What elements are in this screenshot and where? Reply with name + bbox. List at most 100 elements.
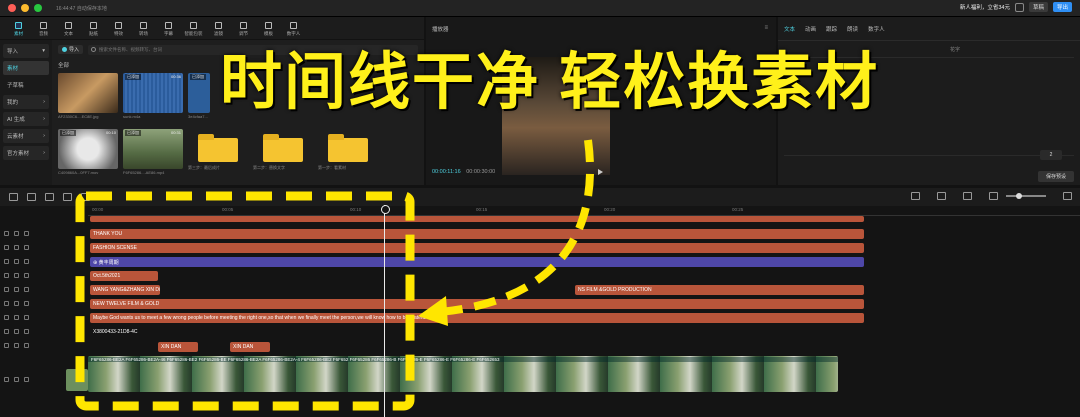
eye-icon[interactable] <box>24 259 29 264</box>
tab-digital-human[interactable]: 数字人 <box>868 25 885 33</box>
folder-item[interactable]: 第三步：最后成片 <box>188 129 248 175</box>
text-track-icon <box>4 287 9 292</box>
tab-read-aloud[interactable]: 朗读 <box>847 25 858 33</box>
lock-icon[interactable] <box>14 245 19 250</box>
lock-icon[interactable] <box>14 329 19 334</box>
text-clip[interactable]: NEW TWELVE FILM & GOLD <box>90 299 864 309</box>
fit-icon[interactable] <box>1063 192 1072 200</box>
text-clip[interactable]: X3800433-21D8-4C <box>90 327 210 337</box>
sidebar-item-import[interactable]: 导入 ▾ <box>3 44 49 58</box>
close-window-button[interactable] <box>8 4 16 12</box>
export-button[interactable]: 导出 <box>1052 2 1072 12</box>
text-clip[interactable]: FASHION SCENSE <box>90 243 864 253</box>
layout-icon[interactable] <box>1014 2 1024 12</box>
lock-icon[interactable] <box>14 273 19 278</box>
delete-icon[interactable] <box>81 193 90 201</box>
timeline-tools-right <box>902 192 1072 200</box>
asset-toolbar: 素材 音频 文本 贴纸 特效 转场 字幕 智能包装 滤镜 调节 模板 数字人 <box>0 17 424 39</box>
import-button[interactable]: 导入 <box>58 45 84 54</box>
sidebar-item-official[interactable]: 官方素材 › <box>3 146 49 160</box>
lock-icon[interactable] <box>14 377 19 382</box>
caption-icon <box>165 22 172 29</box>
media-item[interactable]: 已添加 00:10 C409860A...0FF7.mov <box>58 129 118 175</box>
size-input[interactable]: 2 <box>1040 150 1062 160</box>
folder-item[interactable]: 第一步：看素材 <box>318 129 378 175</box>
draft-button[interactable]: 草稿 <box>1028 2 1048 12</box>
text-clip[interactable]: THANK YOU <box>90 229 864 239</box>
tool-text[interactable]: 文本 <box>56 22 81 39</box>
split-icon[interactable] <box>63 193 72 201</box>
mute-icon[interactable] <box>24 377 29 382</box>
undo-icon[interactable] <box>27 193 36 201</box>
select-tool-icon[interactable] <box>9 193 18 201</box>
tool-caption[interactable]: 字幕 <box>156 22 181 39</box>
slider-track[interactable] <box>784 155 1074 156</box>
zoom-slider[interactable] <box>1006 193 1046 199</box>
tool-sticker[interactable]: 贴纸 <box>81 22 106 39</box>
lock-icon[interactable] <box>14 343 19 348</box>
tool-audio[interactable]: 音频 <box>31 22 56 39</box>
promo-banner[interactable]: 新人福利，立省34元 <box>960 3 1010 11</box>
microphone-icon[interactable] <box>911 192 920 200</box>
play-icon[interactable] <box>598 169 603 175</box>
tool-filter[interactable]: 滤镜 <box>206 22 231 39</box>
video-clip-names: F6F65286-BE2A F6F65286-BE2A-46 F6F65286-… <box>88 357 838 362</box>
text-clip[interactable]: XIN DAN <box>158 342 198 352</box>
eye-icon[interactable] <box>24 329 29 334</box>
tool-template[interactable]: 模板 <box>256 22 281 39</box>
sidebar-item-mine[interactable]: 我的 › <box>3 95 49 109</box>
minimize-window-button[interactable] <box>21 4 29 12</box>
cover-thumbnail[interactable] <box>66 369 88 391</box>
tool-transition[interactable]: 转场 <box>131 22 156 39</box>
eye-icon[interactable] <box>24 273 29 278</box>
text-clip[interactable]: Maybe God wants us to meet a few wrong p… <box>90 313 864 323</box>
media-item[interactable]: 已添加 3e4cfaa7... <box>188 73 210 119</box>
text-clip[interactable]: WANG YANG&ZHANG XIN Di <box>90 285 160 295</box>
lock-icon[interactable] <box>14 301 19 306</box>
eye-icon[interactable] <box>24 343 29 348</box>
tab-tracking[interactable]: 跟踪 <box>826 25 837 33</box>
tool-smart-package[interactable]: 智能包装 <box>181 22 206 39</box>
text-clip[interactable]: NS FILM &GOLD PRODUCTION <box>575 285 864 295</box>
link-icon[interactable] <box>963 192 972 200</box>
lock-icon[interactable] <box>14 259 19 264</box>
video-track-clip[interactable]: F6F65286-BE2A F6F65286-BE2A-46 F6F65286-… <box>88 356 838 392</box>
playhead[interactable] <box>381 205 390 417</box>
sticker-clip[interactable]: ⊕ 黄丰周期 <box>90 257 864 267</box>
tab-animation[interactable]: 动画 <box>805 25 816 33</box>
tool-avatar[interactable]: 数字人 <box>281 22 306 39</box>
menu-icon[interactable]: ≡ <box>764 25 768 31</box>
eye-icon[interactable] <box>24 301 29 306</box>
tab-text[interactable]: 文本 <box>784 25 795 33</box>
save-preset-button[interactable]: 保存预设 <box>1038 171 1074 182</box>
sidebar-item-subdraft[interactable]: 子草稿 <box>3 78 49 92</box>
sidebar-item-ai[interactable]: AI 生成 › <box>3 112 49 126</box>
eye-icon[interactable] <box>24 231 29 236</box>
media-item[interactable]: 已添加 00:31 F6F65286....AE86.mp4 <box>123 129 183 175</box>
lock-icon[interactable] <box>14 287 19 292</box>
text-clip[interactable]: XIN DAN <box>230 342 270 352</box>
tool-media[interactable]: 素材 <box>6 22 31 39</box>
title-bar: 16:44:47 自动保存本地 新人福利，立省34元 草稿 导出 <box>0 0 1080 17</box>
flower-text-label[interactable]: 花字 <box>950 46 960 53</box>
folder-item[interactable]: 第二步：替换文字 <box>253 129 313 175</box>
eye-icon[interactable] <box>24 245 29 250</box>
media-icon <box>15 22 22 29</box>
tool-effects[interactable]: 特效 <box>106 22 131 39</box>
magnet-icon[interactable] <box>937 192 946 200</box>
tool-adjust[interactable]: 调节 <box>231 22 256 39</box>
time-ruler[interactable]: 00:00 00:05 00:10 00:15 00:20 00:25 <box>88 206 1080 216</box>
preview-axis-icon[interactable] <box>989 192 998 200</box>
media-item[interactable]: AF2330C6....EC8E.jpg <box>58 73 118 119</box>
media-item[interactable]: 已添加 00:36 sunk.m4a <box>123 73 183 119</box>
eye-icon[interactable] <box>24 315 29 320</box>
redo-icon[interactable] <box>45 193 54 201</box>
text-clip[interactable] <box>90 216 864 222</box>
eye-icon[interactable] <box>24 287 29 292</box>
lock-icon[interactable] <box>14 231 19 236</box>
sidebar-item-media[interactable]: 素材 <box>3 61 49 75</box>
sidebar-item-cloud[interactable]: 云素材 › <box>3 129 49 143</box>
text-clip[interactable]: Oct.5th2021 <box>90 271 158 281</box>
lock-icon[interactable] <box>14 315 19 320</box>
maximize-window-button[interactable] <box>34 4 42 12</box>
